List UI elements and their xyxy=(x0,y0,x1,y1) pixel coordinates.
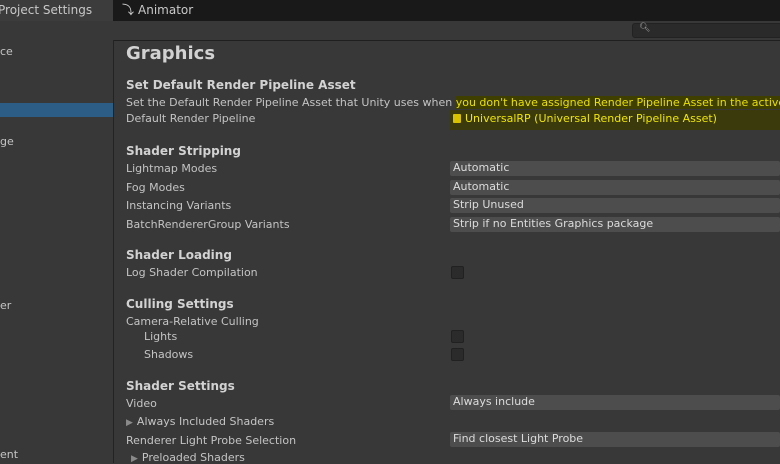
lightmap-modes-label: Lightmap Modes xyxy=(126,162,218,175)
fog-modes-label: Fog Modes xyxy=(126,181,185,194)
video-dropdown[interactable]: Always include xyxy=(450,395,780,410)
light-probe-selection-value: Find closest Light Probe xyxy=(453,432,584,445)
default-render-pipeline-field[interactable]: UniversalRP (Universal Render Pipeline A… xyxy=(450,110,780,130)
log-shader-compilation-checkbox[interactable] xyxy=(451,266,464,279)
camera-relative-culling-label: Camera-Relative Culling xyxy=(126,315,259,328)
tab-project-settings-label: Project Settings xyxy=(0,3,93,17)
search-icon: 🔍︎ xyxy=(639,23,651,33)
sidebar-item[interactable]: ce xyxy=(0,45,13,58)
instancing-variants-dropdown[interactable]: Strip Unused xyxy=(450,198,780,213)
section-header-shader-settings: Shader Settings xyxy=(126,379,235,393)
video-value: Always include xyxy=(453,395,535,408)
always-included-shaders-label: Always Included Shaders xyxy=(136,415,275,428)
brg-variants-value: Strip if no Entities Graphics package xyxy=(453,217,654,230)
sidebar-item-selected[interactable] xyxy=(0,103,113,117)
section-header-culling: Culling Settings xyxy=(126,297,234,311)
light-probe-selection-label: Renderer Light Probe Selection xyxy=(126,434,297,447)
tab-animator-label: Animator xyxy=(138,3,194,17)
video-label: Video xyxy=(126,397,157,410)
tab-project-settings[interactable]: Project Settings xyxy=(0,0,113,21)
animator-icon: ⤵ xyxy=(122,3,135,17)
default-pipeline-description: Set the Default Render Pipeline Asset th… xyxy=(126,96,780,109)
instancing-variants-label: Instancing Variants xyxy=(126,199,232,212)
log-shader-compilation-label: Log Shader Compilation xyxy=(126,266,258,279)
shadows-label: Shadows xyxy=(144,348,194,361)
description-highlighted-text: you don't have assigned Render Pipeline … xyxy=(455,96,780,109)
sidebar-item[interactable]: er xyxy=(0,299,11,312)
preloaded-shaders-label: Preloaded Shaders xyxy=(141,451,245,464)
lights-label: Lights xyxy=(144,330,178,343)
lightmap-modes-dropdown[interactable]: Automatic xyxy=(450,161,780,176)
section-header-shader-loading: Shader Loading xyxy=(126,248,232,262)
sidebar-item[interactable]: ent xyxy=(0,448,18,461)
shadows-checkbox[interactable] xyxy=(451,348,464,361)
preloaded-shaders-foldout[interactable]: ▶ Preloaded Shaders xyxy=(131,451,245,464)
lightmap-modes-value: Automatic xyxy=(453,161,510,174)
tab-bar: Project Settings ⤵ Animator xyxy=(0,0,780,21)
graphics-settings-panel: Graphics Set Default Render Pipeline Ass… xyxy=(114,40,780,464)
asset-icon xyxy=(453,114,461,123)
page-title: Graphics xyxy=(126,43,216,64)
fog-modes-dropdown[interactable]: Automatic xyxy=(450,180,780,195)
brg-variants-label: BatchRendererGroup Variants xyxy=(126,218,290,231)
brg-variants-dropdown[interactable]: Strip if no Entities Graphics package xyxy=(450,217,780,232)
foldout-arrow-icon: ▶ xyxy=(126,418,133,428)
default-render-pipeline-label: Default Render Pipeline xyxy=(126,112,256,125)
fog-modes-value: Automatic xyxy=(453,180,510,193)
section-header-default-pipeline: Set Default Render Pipeline Asset xyxy=(126,78,356,92)
search-input[interactable]: 🔍︎ xyxy=(632,23,780,38)
tab-animator[interactable]: ⤵ Animator xyxy=(122,0,193,21)
light-probe-selection-dropdown[interactable]: Find closest Light Probe xyxy=(450,432,780,447)
section-header-shader-stripping: Shader Stripping xyxy=(126,144,241,158)
default-render-pipeline-value: UniversalRP (Universal Render Pipeline A… xyxy=(465,112,717,125)
description-text: Set the Default Render Pipeline Asset th… xyxy=(126,96,456,109)
instancing-variants-value: Strip Unused xyxy=(453,198,524,211)
always-included-shaders-foldout[interactable]: ▶ Always Included Shaders xyxy=(126,415,274,428)
lights-checkbox[interactable] xyxy=(451,330,464,343)
sidebar-item[interactable]: ge xyxy=(0,135,14,148)
sidebar: ce ge er ent xyxy=(0,40,114,463)
